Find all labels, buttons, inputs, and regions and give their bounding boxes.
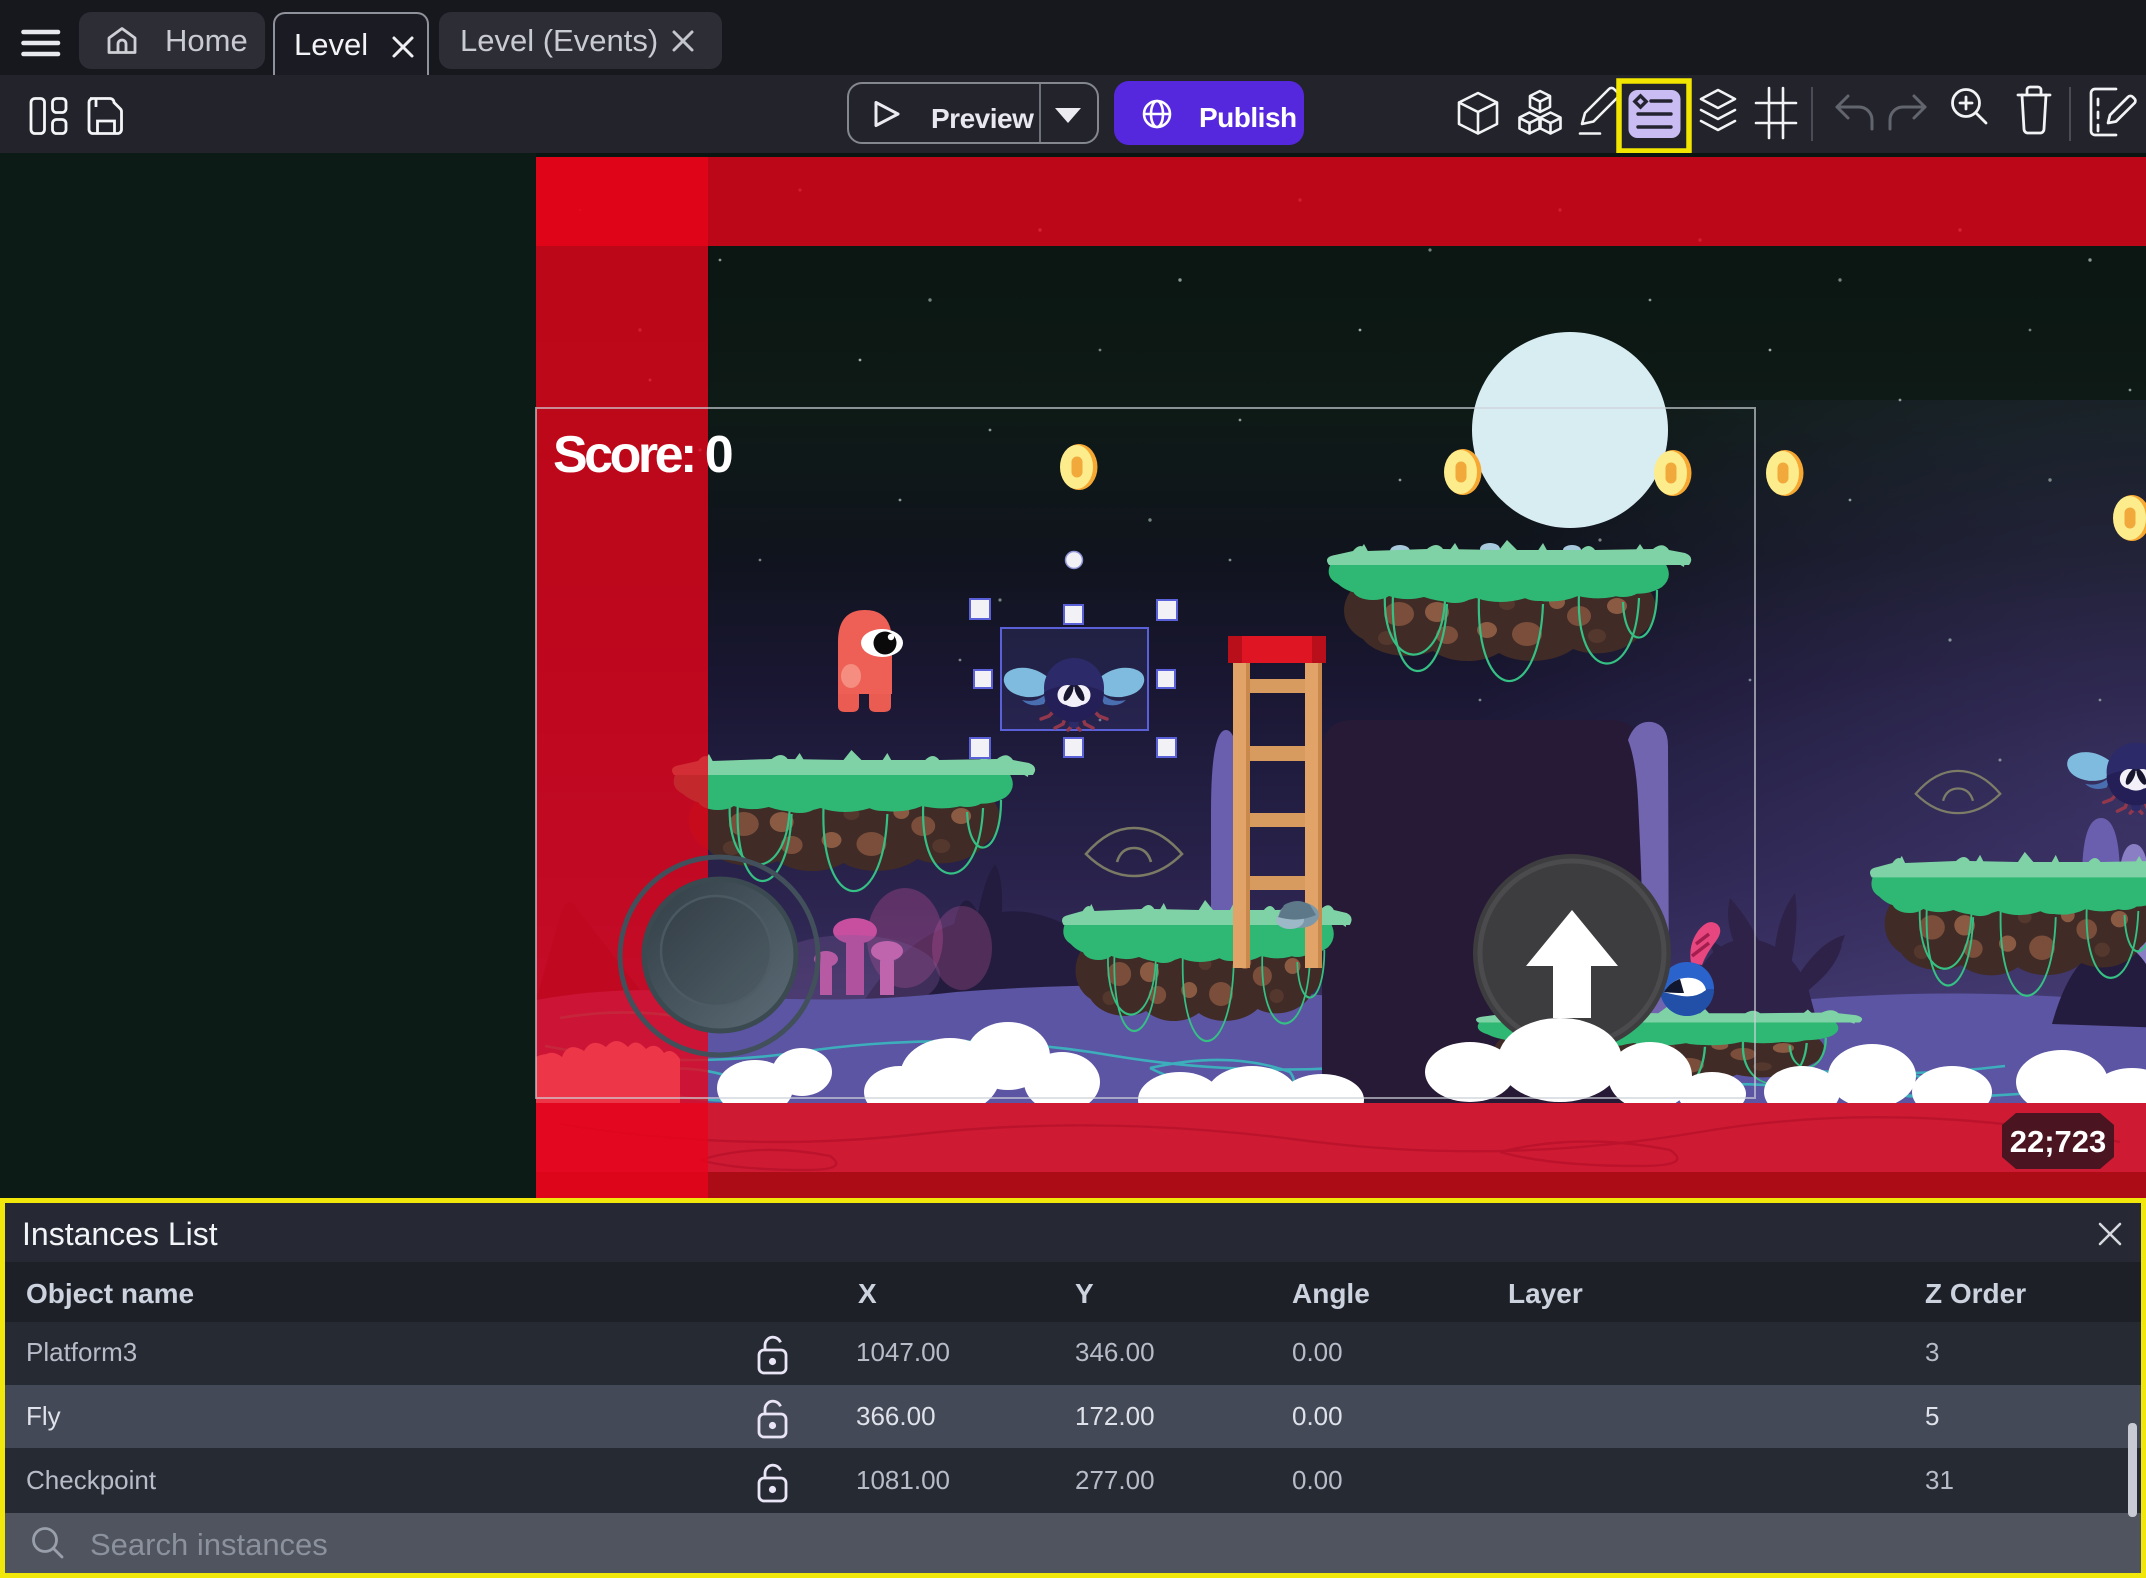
svg-text:22;723: 22;723 xyxy=(2010,1124,2107,1159)
svg-text:Score: 0: Score: 0 xyxy=(553,426,732,484)
